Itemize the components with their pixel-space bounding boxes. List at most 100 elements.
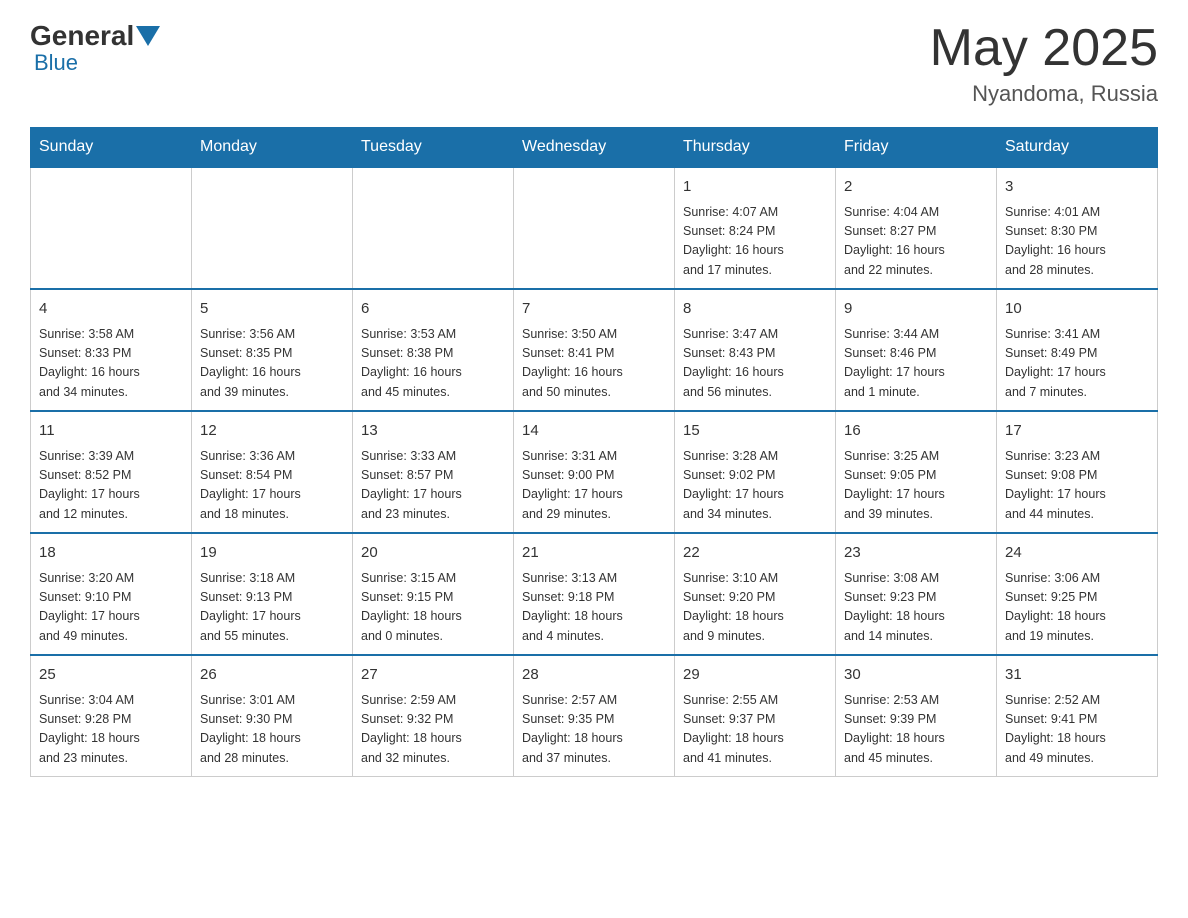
calendar-cell: 28 Sunrise: 2:57 AM Sunset: 9:35 PM Dayli… (514, 655, 675, 777)
calendar-header-row: SundayMondayTuesdayWednesdayThursdayFrid… (31, 128, 1158, 168)
day-info: Sunrise: 3:20 AM Sunset: 9:10 PM Dayligh… (39, 569, 183, 647)
day-info: Sunrise: 3:04 AM Sunset: 9:28 PM Dayligh… (39, 691, 183, 769)
calendar-cell (514, 167, 675, 289)
calendar-header-tuesday: Tuesday (353, 128, 514, 168)
day-number: 6 (361, 298, 505, 321)
calendar-cell: 22 Sunrise: 3:10 AM Sunset: 9:20 PM Dayli… (675, 533, 836, 655)
day-number: 23 (844, 542, 988, 565)
calendar-cell (353, 167, 514, 289)
day-number: 12 (200, 420, 344, 443)
calendar-cell: 6 Sunrise: 3:53 AM Sunset: 8:38 PM Daylig… (353, 289, 514, 411)
calendar-cell: 15 Sunrise: 3:28 AM Sunset: 9:02 PM Dayli… (675, 411, 836, 533)
day-number: 31 (1005, 664, 1149, 687)
calendar-cell: 16 Sunrise: 3:25 AM Sunset: 9:05 PM Dayli… (836, 411, 997, 533)
day-info: Sunrise: 3:53 AM Sunset: 8:38 PM Dayligh… (361, 325, 505, 403)
day-info: Sunrise: 4:04 AM Sunset: 8:27 PM Dayligh… (844, 203, 988, 281)
calendar-cell: 31 Sunrise: 2:52 AM Sunset: 9:41 PM Dayli… (997, 655, 1158, 777)
calendar-cell: 10 Sunrise: 3:41 AM Sunset: 8:49 PM Dayli… (997, 289, 1158, 411)
day-info: Sunrise: 3:39 AM Sunset: 8:52 PM Dayligh… (39, 447, 183, 525)
calendar-week-row: 18 Sunrise: 3:20 AM Sunset: 9:10 PM Dayli… (31, 533, 1158, 655)
calendar-cell: 2Sunrise: 4:04 AM Sunset: 8:27 PM Daylig… (836, 167, 997, 289)
day-info: Sunrise: 3:23 AM Sunset: 9:08 PM Dayligh… (1005, 447, 1149, 525)
calendar-cell: 19 Sunrise: 3:18 AM Sunset: 9:13 PM Dayli… (192, 533, 353, 655)
day-number: 25 (39, 664, 183, 687)
day-number: 14 (522, 420, 666, 443)
day-number: 5 (200, 298, 344, 321)
calendar-cell: 24Sunrise: 3:06 AM Sunset: 9:25 PM Dayli… (997, 533, 1158, 655)
day-info: Sunrise: 3:33 AM Sunset: 8:57 PM Dayligh… (361, 447, 505, 525)
calendar-cell: 18 Sunrise: 3:20 AM Sunset: 9:10 PM Dayli… (31, 533, 192, 655)
logo-triangle-icon (136, 26, 160, 46)
calendar-cell: 29 Sunrise: 2:55 AM Sunset: 9:37 PM Dayli… (675, 655, 836, 777)
day-info: Sunrise: 3:28 AM Sunset: 9:02 PM Dayligh… (683, 447, 827, 525)
calendar-cell: 25 Sunrise: 3:04 AM Sunset: 9:28 PM Dayli… (31, 655, 192, 777)
day-number: 11 (39, 420, 183, 443)
title-section: May 2025 Nyandoma, Russia (930, 20, 1158, 107)
calendar-cell: 4Sunrise: 3:58 AM Sunset: 8:33 PM Daylig… (31, 289, 192, 411)
day-number: 20 (361, 542, 505, 565)
day-info: Sunrise: 3:36 AM Sunset: 8:54 PM Dayligh… (200, 447, 344, 525)
day-info: Sunrise: 3:50 AM Sunset: 8:41 PM Dayligh… (522, 325, 666, 403)
day-info: Sunrise: 3:41 AM Sunset: 8:49 PM Dayligh… (1005, 325, 1149, 403)
calendar-cell: 12 Sunrise: 3:36 AM Sunset: 8:54 PM Dayli… (192, 411, 353, 533)
day-number: 16 (844, 420, 988, 443)
calendar-cell: 30 Sunrise: 2:53 AM Sunset: 9:39 PM Dayli… (836, 655, 997, 777)
calendar-cell (192, 167, 353, 289)
calendar-week-row: 1Sunrise: 4:07 AM Sunset: 8:24 PM Daylig… (31, 167, 1158, 289)
month-year-title: May 2025 (930, 20, 1158, 77)
calendar-cell: 1Sunrise: 4:07 AM Sunset: 8:24 PM Daylig… (675, 167, 836, 289)
day-info: Sunrise: 3:15 AM Sunset: 9:15 PM Dayligh… (361, 569, 505, 647)
day-info: Sunrise: 2:52 AM Sunset: 9:41 PM Dayligh… (1005, 691, 1149, 769)
location-subtitle: Nyandoma, Russia (930, 81, 1158, 107)
calendar-cell: 5 Sunrise: 3:56 AM Sunset: 8:35 PM Daylig… (192, 289, 353, 411)
day-info: Sunrise: 2:55 AM Sunset: 9:37 PM Dayligh… (683, 691, 827, 769)
day-number: 28 (522, 664, 666, 687)
day-info: Sunrise: 3:25 AM Sunset: 9:05 PM Dayligh… (844, 447, 988, 525)
calendar-cell: 21Sunrise: 3:13 AM Sunset: 9:18 PM Dayli… (514, 533, 675, 655)
day-info: Sunrise: 3:56 AM Sunset: 8:35 PM Dayligh… (200, 325, 344, 403)
day-info: Sunrise: 3:10 AM Sunset: 9:20 PM Dayligh… (683, 569, 827, 647)
day-number: 9 (844, 298, 988, 321)
day-info: Sunrise: 3:31 AM Sunset: 9:00 PM Dayligh… (522, 447, 666, 525)
day-number: 1 (683, 176, 827, 199)
day-number: 18 (39, 542, 183, 565)
calendar-cell: 8 Sunrise: 3:47 AM Sunset: 8:43 PM Daylig… (675, 289, 836, 411)
calendar-header-thursday: Thursday (675, 128, 836, 168)
logo: General Blue (30, 20, 162, 76)
day-number: 30 (844, 664, 988, 687)
day-info: Sunrise: 3:18 AM Sunset: 9:13 PM Dayligh… (200, 569, 344, 647)
day-number: 22 (683, 542, 827, 565)
day-info: Sunrise: 2:53 AM Sunset: 9:39 PM Dayligh… (844, 691, 988, 769)
page-header: General Blue May 2025 Nyandoma, Russia (30, 20, 1158, 107)
day-info: Sunrise: 3:06 AM Sunset: 9:25 PM Dayligh… (1005, 569, 1149, 647)
day-number: 7 (522, 298, 666, 321)
day-info: Sunrise: 4:01 AM Sunset: 8:30 PM Dayligh… (1005, 203, 1149, 281)
calendar-header-monday: Monday (192, 128, 353, 168)
day-number: 19 (200, 542, 344, 565)
day-number: 10 (1005, 298, 1149, 321)
calendar-header-wednesday: Wednesday (514, 128, 675, 168)
day-info: Sunrise: 2:59 AM Sunset: 9:32 PM Dayligh… (361, 691, 505, 769)
day-info: Sunrise: 3:47 AM Sunset: 8:43 PM Dayligh… (683, 325, 827, 403)
calendar-cell: 13Sunrise: 3:33 AM Sunset: 8:57 PM Dayli… (353, 411, 514, 533)
logo-blue-text: Blue (34, 50, 78, 76)
calendar-header-friday: Friday (836, 128, 997, 168)
day-number: 15 (683, 420, 827, 443)
calendar-cell: 20 Sunrise: 3:15 AM Sunset: 9:15 PM Dayli… (353, 533, 514, 655)
day-number: 8 (683, 298, 827, 321)
calendar-cell: 23 Sunrise: 3:08 AM Sunset: 9:23 PM Dayli… (836, 533, 997, 655)
calendar-cell: 9 Sunrise: 3:44 AM Sunset: 8:46 PM Daylig… (836, 289, 997, 411)
day-info: Sunrise: 2:57 AM Sunset: 9:35 PM Dayligh… (522, 691, 666, 769)
day-number: 4 (39, 298, 183, 321)
day-number: 27 (361, 664, 505, 687)
calendar-cell: 7 Sunrise: 3:50 AM Sunset: 8:41 PM Daylig… (514, 289, 675, 411)
calendar-header-sunday: Sunday (31, 128, 192, 168)
day-number: 21 (522, 542, 666, 565)
calendar-cell: 11 Sunrise: 3:39 AM Sunset: 8:52 PM Dayli… (31, 411, 192, 533)
calendar-week-row: 25 Sunrise: 3:04 AM Sunset: 9:28 PM Dayli… (31, 655, 1158, 777)
day-info: Sunrise: 3:08 AM Sunset: 9:23 PM Dayligh… (844, 569, 988, 647)
day-number: 29 (683, 664, 827, 687)
day-number: 3 (1005, 176, 1149, 199)
day-number: 17 (1005, 420, 1149, 443)
day-info: Sunrise: 3:44 AM Sunset: 8:46 PM Dayligh… (844, 325, 988, 403)
